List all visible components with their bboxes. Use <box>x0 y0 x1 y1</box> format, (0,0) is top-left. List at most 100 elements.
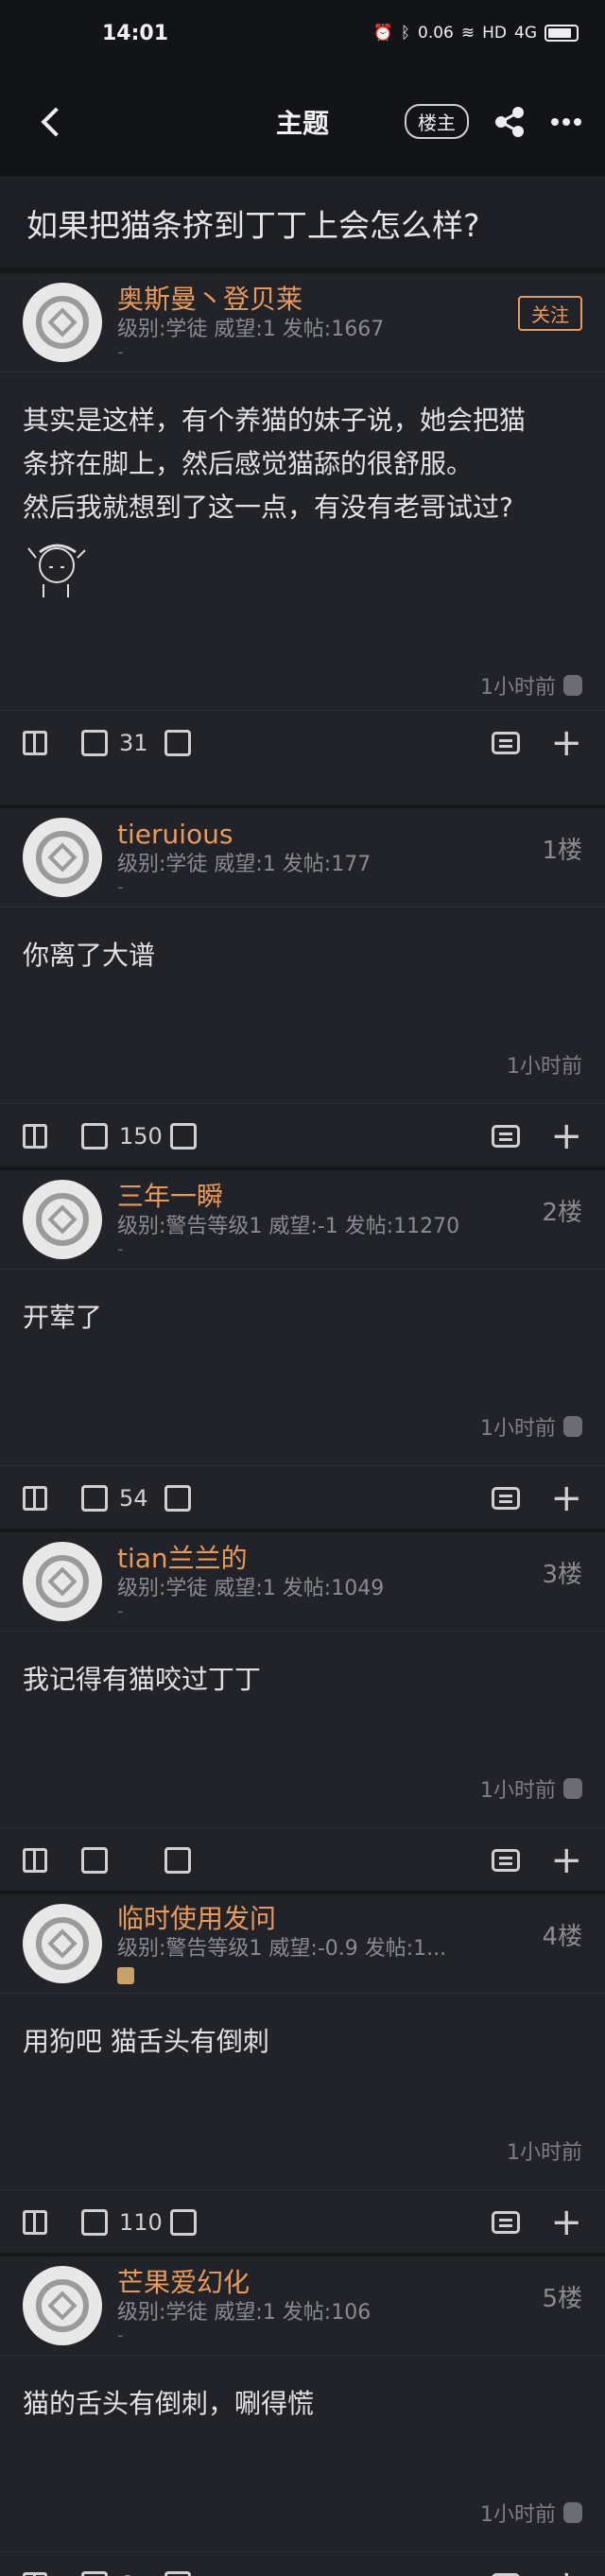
post-time: 1小时前 <box>480 2502 556 2527</box>
post-actions: 54 + <box>0 1465 605 1530</box>
post-time-row: 1小时前 <box>0 1749 605 1827</box>
avatar[interactable] <box>23 2266 102 2345</box>
plus-icon[interactable]: + <box>550 724 582 762</box>
user-meta: 级别:警告等级1 威望:-1 发帖:11270 <box>117 1215 460 1238</box>
username[interactable]: tieruious <box>117 819 542 851</box>
chevron-left-icon <box>41 106 71 137</box>
post-reply: tieruious 级别:学徒 威望:1 发帖:177 - 1楼 你离了大谱 1… <box>0 808 605 1170</box>
username[interactable]: 临时使用发问 <box>117 1903 542 1935</box>
user-meta: 级别:学徒 威望:1 发帖:1667 <box>117 318 385 341</box>
post-reply: 临时使用发问 级别:警告等级1 威望:-0.9 发帖:1... 4楼 用狗吧 猫… <box>0 1894 605 2256</box>
post-text-line: 用狗吧 猫舌头有倒刺 <box>23 2026 269 2057</box>
username[interactable]: 奥斯曼丶登贝莱 <box>117 284 518 316</box>
gift-icon[interactable] <box>23 730 47 755</box>
post-reply: 芒果爱幻化 级别:学徒 威望:1 发帖:106 - 5楼 猫的舌头有倒刺，唰得慌… <box>0 2256 605 2576</box>
avatar[interactable] <box>23 1904 102 1983</box>
post-text-line: 我记得有猫咬过丁丁 <box>23 1664 262 1695</box>
floor-number: 4楼 <box>542 1923 582 1951</box>
comment-icon[interactable] <box>492 1124 521 1148</box>
android-icon <box>563 2501 582 2523</box>
user-dash: - <box>117 2325 124 2345</box>
user-dash: - <box>117 877 124 897</box>
avatar[interactable] <box>23 818 102 897</box>
dislike-icon[interactable] <box>164 1484 191 1512</box>
like-icon[interactable] <box>81 2208 108 2236</box>
username[interactable]: 三年一瞬 <box>117 1181 542 1213</box>
floor-number: 2楼 <box>542 1199 582 1227</box>
post-text-line: 猫的舌头有倒刺，唰得慌 <box>23 2388 315 2419</box>
dislike-icon[interactable] <box>169 2208 197 2236</box>
plus-icon[interactable]: + <box>550 2204 582 2241</box>
post-time-row: 1小时前 <box>0 2473 605 2551</box>
avatar[interactable] <box>23 283 102 362</box>
post-reply: tian兰兰的 级别:学徒 威望:1 发帖:1049 - 3楼 我记得有猫咬过丁… <box>0 1532 605 1894</box>
plus-icon[interactable]: + <box>550 2566 582 2576</box>
dislike-icon[interactable] <box>169 1122 197 1150</box>
comment-icon[interactable] <box>492 1486 521 1510</box>
follow-button[interactable]: 关注 <box>518 296 582 331</box>
like-count: 110 <box>119 2208 163 2236</box>
wifi-icon: ≋ <box>460 24 475 43</box>
gift-icon[interactable] <box>23 1847 47 1873</box>
avatar[interactable] <box>23 1542 102 1621</box>
like-count: 6 <box>119 2571 157 2576</box>
sticker-image <box>27 544 86 597</box>
dislike-icon[interactable] <box>164 729 191 756</box>
user-meta: 级别:学徒 威望:1 发帖:1049 <box>117 1577 385 1600</box>
user-dash: - <box>117 1239 124 1259</box>
like-icon[interactable] <box>81 1484 108 1512</box>
user-meta: 级别:警告等级1 威望:-0.9 发帖:1... <box>117 1937 447 1961</box>
post-time-row: 1小时前 <box>0 661 605 710</box>
post-text-line: 你离了大谱 <box>23 940 156 971</box>
like-icon[interactable] <box>81 729 108 756</box>
like-count: 54 <box>119 1484 148 1512</box>
topic-title: 如果把猫条挤到丁丁上会怎么样? <box>0 178 605 273</box>
plus-icon[interactable]: + <box>550 1117 582 1155</box>
post-actions: + <box>0 1827 605 1892</box>
dislike-icon[interactable] <box>164 2570 191 2576</box>
username[interactable]: 芒果爱幻化 <box>117 2267 542 2299</box>
gift-icon[interactable] <box>23 2571 47 2576</box>
only-op-button[interactable]: 楼主 <box>405 104 469 139</box>
like-icon[interactable] <box>81 2570 108 2576</box>
like-count: 31 <box>119 729 148 756</box>
username[interactable]: tian兰兰的 <box>117 1543 542 1575</box>
apple-icon <box>563 675 582 696</box>
post-actions: 110 + <box>0 2189 605 2254</box>
comment-icon[interactable] <box>492 2210 521 2234</box>
user-dash: - <box>117 342 124 362</box>
bluetooth-icon: ᛒ <box>400 24 411 43</box>
plus-icon[interactable]: + <box>550 1479 582 1517</box>
floor-number: 3楼 <box>542 1561 582 1589</box>
avatar[interactable] <box>23 1180 102 1259</box>
post-text-line: 条挤在脚上，然后感觉猫舔的很舒服。 <box>23 448 474 479</box>
gift-icon[interactable] <box>23 1485 47 1511</box>
user-meta: 级别:学徒 威望:1 发帖:106 <box>117 2301 372 2325</box>
gift-icon[interactable] <box>23 1123 47 1149</box>
signal-icon: 4G <box>514 24 537 43</box>
user-dash: - <box>117 1601 124 1621</box>
post-time: 1小时前 <box>480 1416 556 1441</box>
like-icon[interactable] <box>81 1846 108 1874</box>
comment-icon[interactable] <box>492 1848 521 1872</box>
gift-icon[interactable] <box>23 2209 47 2235</box>
comment-icon[interactable] <box>492 2572 521 2576</box>
post-text-line: 然后我就想到了这一点，有没有老哥试过? <box>23 492 513 523</box>
android-icon <box>563 1777 582 1799</box>
comment-icon[interactable] <box>492 731 521 754</box>
status-time: 14:01 <box>102 21 169 45</box>
post-actions: 150 + <box>0 1103 605 1167</box>
post-time: 1小时前 <box>480 676 556 700</box>
battery-icon <box>544 25 579 42</box>
plus-icon[interactable]: + <box>550 1841 582 1879</box>
like-icon[interactable] <box>81 1122 108 1150</box>
back-button[interactable] <box>23 94 79 150</box>
net-speed: 0.06 <box>418 24 454 43</box>
post-time-row: 1小时前 <box>0 1387 605 1465</box>
post-time: 1小时前 <box>480 1778 556 1803</box>
like-count: 150 <box>119 1122 163 1150</box>
share-icon[interactable] <box>493 106 526 138</box>
dislike-icon[interactable] <box>164 1846 191 1874</box>
more-icon[interactable] <box>550 117 582 127</box>
post-text-line: 其实是这样，有个养猫的妹子说，她会把猫 <box>23 405 527 436</box>
